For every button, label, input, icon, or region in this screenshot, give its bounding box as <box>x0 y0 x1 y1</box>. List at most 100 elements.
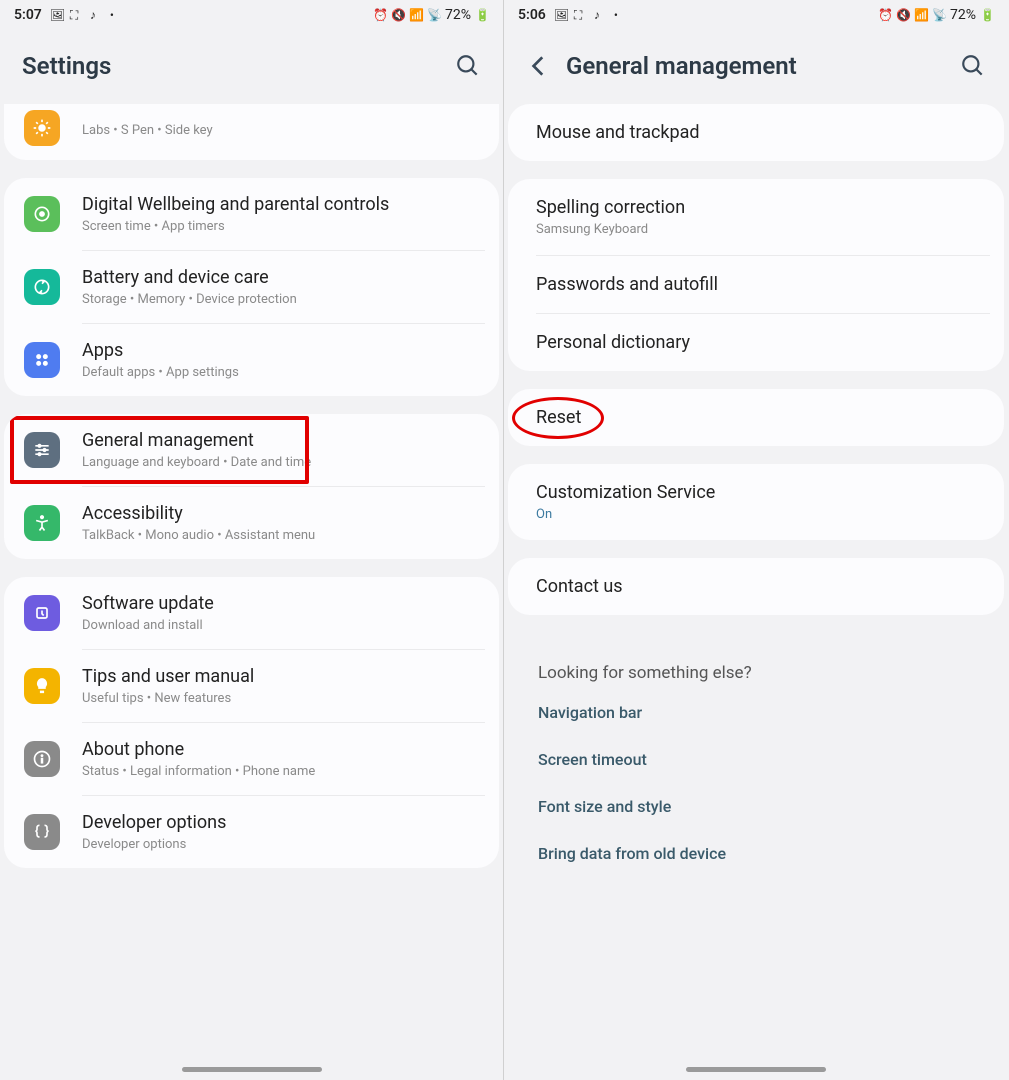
gm-header: General management <box>504 30 1008 104</box>
lightbulb-icon <box>24 668 60 704</box>
page-title: Settings <box>22 52 455 80</box>
item-sub: Download and install <box>82 618 479 633</box>
screenshot-icon: ⛶ <box>574 8 588 22</box>
item-sub: Status • Legal information • Phone name <box>82 764 479 779</box>
image-icon: 🖼 <box>554 8 568 22</box>
item-sub: Useful tips • New features <box>82 691 479 706</box>
item-sub: Screen time • App timers <box>82 219 479 234</box>
gm-item-passwords-and-autofill[interactable]: Passwords and autofill <box>508 256 1004 313</box>
braces-icon <box>24 814 60 850</box>
screenshot-icon: ⛶ <box>70 8 84 22</box>
apps-icon <box>24 342 60 378</box>
battery-icon: 🔋 <box>475 8 489 22</box>
item-label: Apps <box>82 340 479 361</box>
mute-icon: 🔇 <box>391 8 405 22</box>
suggestions-heading: Looking for something else? <box>508 633 1004 689</box>
wifi-icon: 📶 <box>914 8 928 22</box>
alarm-icon: ⏰ <box>878 8 892 22</box>
settings-item-advanced[interactable]: Labs • S Pen • Side key <box>4 104 499 160</box>
item-label: Tips and user manual <box>82 666 479 687</box>
settings-item-digital-wellbeing-and-parental-controls[interactable]: Digital Wellbeing and parental controls S… <box>4 178 499 250</box>
suggest-link-navigation-bar[interactable]: Navigation bar <box>508 689 1004 736</box>
status-bar: 5:06 🖼 ⛶ ♪ • ⏰ 🔇 📶 📡 72% 🔋 <box>504 0 1008 30</box>
item-sub: Labs • S Pen • Side key <box>82 123 479 138</box>
gm-item-reset[interactable]: Reset <box>508 389 1004 446</box>
settings-group-general: General management Language and keyboard … <box>4 414 499 559</box>
mute-icon: 🔇 <box>896 8 910 22</box>
more-icon: • <box>110 8 124 22</box>
suggestions-section: Looking for something else? Navigation b… <box>508 633 1004 877</box>
gm-group-customization: Customization Service On <box>508 464 1004 540</box>
advanced-icon <box>24 110 60 146</box>
item-label: About phone <box>82 739 479 760</box>
gm-group-mouse: Mouse and trackpad <box>508 104 1004 161</box>
accessibility-icon <box>24 505 60 541</box>
item-label: Personal dictionary <box>536 332 976 353</box>
gm-group-contact: Contact us <box>508 558 1004 615</box>
item-sub: Default apps • App settings <box>82 365 479 380</box>
settings-item-about-phone[interactable]: About phone Status • Legal information • … <box>4 723 499 795</box>
status-time: 5:07 <box>14 7 42 23</box>
item-label: Developer options <box>82 812 479 833</box>
gm-group-keyboard: Spelling correction Samsung Keyboard Passw… <box>508 179 1004 371</box>
item-label: Digital Wellbeing and parental controls <box>82 194 479 215</box>
wellbeing-icon <box>24 196 60 232</box>
settings-screen: 5:07 🖼 ⛶ ♪ • ⏰ 🔇 📶 📡 72% 🔋 Settings <box>0 0 504 1080</box>
settings-group-device: Digital Wellbeing and parental controls S… <box>4 178 499 396</box>
back-icon[interactable] <box>526 53 552 79</box>
suggest-link-bring-data-from-old-device[interactable]: Bring data from old device <box>508 830 1004 877</box>
image-icon: 🖼 <box>50 8 64 22</box>
signal-icon: 📡 <box>932 8 946 22</box>
suggest-link-screen-timeout[interactable]: Screen timeout <box>508 736 1004 783</box>
gm-item-spelling-correction[interactable]: Spelling correction Samsung Keyboard <box>508 179 1004 255</box>
page-title: General management <box>566 52 960 80</box>
item-label: Passwords and autofill <box>536 274 976 295</box>
suggest-link-font-size-and-style[interactable]: Font size and style <box>508 783 1004 830</box>
settings-item-software-update[interactable]: Software update Download and install <box>4 577 499 649</box>
item-label: Spelling correction <box>536 197 976 218</box>
item-sub: Samsung Keyboard <box>536 222 976 237</box>
status-bar: 5:07 🖼 ⛶ ♪ • ⏰ 🔇 📶 📡 72% 🔋 <box>0 0 503 30</box>
settings-item-developer-options[interactable]: Developer optionsDeveloper options <box>4 796 499 868</box>
search-icon[interactable] <box>455 53 481 79</box>
item-label: Mouse and trackpad <box>536 122 976 143</box>
battery-percent: 72% <box>445 7 471 23</box>
item-label: Customization Service <box>536 482 976 503</box>
settings-item-general-management[interactable]: General management Language and keyboard … <box>4 414 499 486</box>
settings-item-accessibility[interactable]: Accessibility TalkBack • Mono audio • Ass… <box>4 487 499 559</box>
item-label: Battery and device care <box>82 267 479 288</box>
item-sub: TalkBack • Mono audio • Assistant menu <box>82 528 479 543</box>
item-label: Reset <box>536 407 976 428</box>
item-sub: Language and keyboard • Date and time <box>82 455 479 470</box>
battery-icon: 🔋 <box>980 8 994 22</box>
battery-care-icon <box>24 269 60 305</box>
settings-item-battery-and-device-care[interactable]: Battery and device care Storage • Memory … <box>4 251 499 323</box>
item-label: Accessibility <box>82 503 479 524</box>
gm-item-customization-service[interactable]: Customization Service On <box>508 464 1004 540</box>
general-management-screen: 5:06 🖼 ⛶ ♪ • ⏰ 🔇 📶 📡 72% 🔋 General manag… <box>504 0 1008 1080</box>
item-sub: Storage • Memory • Device protection <box>82 292 479 307</box>
home-indicator[interactable] <box>182 1067 322 1072</box>
item-label: Contact us <box>536 576 976 597</box>
settings-header: Settings <box>0 30 503 104</box>
home-indicator[interactable] <box>686 1067 826 1072</box>
info-icon <box>24 741 60 777</box>
search-icon[interactable] <box>960 53 986 79</box>
gm-item-personal-dictionary[interactable]: Personal dictionary <box>508 314 1004 371</box>
settings-item-tips-and-user-manual[interactable]: Tips and user manual Useful tips • New fe… <box>4 650 499 722</box>
item-sub: On <box>536 507 976 522</box>
battery-percent: 72% <box>950 7 976 23</box>
music-icon: ♪ <box>90 8 104 22</box>
gm-item-mouse-and-trackpad[interactable]: Mouse and trackpad <box>508 104 1004 161</box>
gm-item-contact-us[interactable]: Contact us <box>508 558 1004 615</box>
music-icon: ♪ <box>594 8 608 22</box>
settings-item-apps[interactable]: Apps Default apps • App settings <box>4 324 499 396</box>
alarm-icon: ⏰ <box>373 8 387 22</box>
wifi-icon: 📶 <box>409 8 423 22</box>
more-icon: • <box>614 8 628 22</box>
item-label: General management <box>82 430 479 451</box>
settings-group-about: Software update Download and install Tips … <box>4 577 499 868</box>
item-label: Software update <box>82 593 479 614</box>
update-icon <box>24 595 60 631</box>
status-time: 5:06 <box>518 7 546 23</box>
